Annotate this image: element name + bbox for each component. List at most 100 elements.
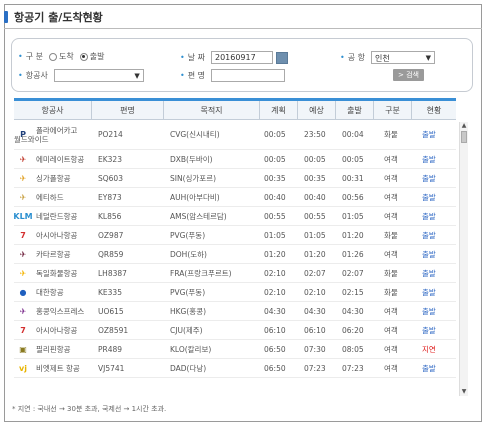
bullet-icon: • (180, 71, 185, 80)
destination: FRA(프랑크푸르트) (170, 268, 232, 278)
airport-field: • 공 항 인천 ▼ (340, 51, 435, 64)
table-row: ✈ 독일화물항공 LH8387 FRA(프랑크푸르트) 02:10 02:07 02:07 화… (14, 264, 456, 283)
table-row: vj 비엣제트 항공 VJ5741 DAD(다낭) 06:50 07:23 07:23 여객 출… (14, 359, 456, 378)
flight-type: 여객 (384, 192, 398, 202)
planned-time: 06:50 (264, 344, 286, 354)
airline-name: 폴라에어카고 월드와이드 (14, 122, 92, 151)
estimated-time: 02:07 (304, 268, 326, 278)
airport-select[interactable]: 인천 ▼ (370, 51, 435, 64)
flight-type: 여객 (384, 306, 398, 316)
table-row: 7 아시아나항공 OZ987 PVG(푸동) 01:05 01:05 01:20 화물 출발 (14, 226, 456, 245)
departed-time: 02:07 (342, 268, 364, 278)
calendar-icon[interactable] (275, 51, 288, 64)
planned-time: 01:05 (264, 230, 286, 240)
flight-number: SQ603 (98, 173, 123, 183)
flight-label: 편 명 (187, 71, 205, 80)
flight-number: UO615 (98, 306, 124, 316)
flight-type: 여객 (384, 325, 398, 335)
table-scrollbar[interactable]: ▲ ▼ (459, 122, 468, 396)
airline-name: 아시아나항공 (36, 325, 78, 335)
estimated-time: 02:10 (304, 287, 326, 297)
estimated-time: 07:30 (304, 344, 326, 354)
airline-name: 싱가폴항공 (36, 173, 71, 183)
flight-type: 화물 (384, 130, 398, 139)
dropdown-arrow-icon: ▼ (425, 54, 431, 62)
destination: CVG(신시내티) (170, 130, 220, 139)
departed-time: 06:20 (342, 325, 364, 335)
destination: KLO(칼리보) (170, 344, 212, 354)
table-row: ✈ 에티하드 EY873 AUH(아부다비) 00:40 00:40 00:56 여객 출발 (14, 188, 456, 207)
date-label: 날 짜 (187, 53, 205, 62)
estimated-time: 00:05 (304, 154, 326, 164)
flight-input[interactable] (210, 69, 285, 82)
table-row: ✈ 싱가폴항공 SQ603 SIN(싱가포르) 00:35 00:35 00:31 여객 출발 (14, 169, 456, 188)
airline-logo-icon: 7 (20, 325, 26, 335)
flight-status: 출발 (422, 230, 436, 240)
departed-time: 00:31 (342, 173, 364, 183)
table-header: 항공사 편명 목적지 계획 예상 출발 구분 현황 (14, 98, 456, 120)
table-row: ✈ 카타르항공 QR859 DOH(도하) 01:20 01:20 01:26 여객 출발 (14, 245, 456, 264)
planned-time: 02:10 (264, 287, 286, 297)
flight-number: KL856 (98, 211, 122, 221)
planned-time: 06:50 (264, 363, 286, 373)
flight-type: 화물 (384, 230, 398, 240)
flight-status: 출발 (422, 363, 436, 373)
departed-time: 04:30 (342, 306, 364, 316)
scroll-up-icon[interactable]: ▲ (460, 122, 468, 130)
search-button-wrap: > 검색 (393, 69, 424, 81)
scroll-down-icon[interactable]: ▼ (460, 388, 468, 396)
airline-logo-icon: KLM (14, 211, 33, 221)
title-divider (4, 28, 482, 29)
airline-name-line2: 월드와이드 (14, 135, 49, 144)
departed-time: 00:05 (342, 154, 364, 164)
header-destination: 목적지 (164, 101, 260, 120)
flight-table: 항공사 편명 목적지 계획 예상 출발 구분 현황 P 폴라에어카고 월드와이드 PO… (14, 98, 469, 396)
flight-field: • 편 명 (180, 69, 285, 82)
airline-logo-icon: vj (19, 363, 27, 373)
planned-time: 00:05 (264, 154, 286, 164)
estimated-time: 00:35 (304, 173, 326, 183)
estimated-time: 01:20 (304, 249, 326, 259)
date-input[interactable]: 20160917 (210, 51, 273, 64)
scroll-thumb[interactable] (461, 131, 467, 143)
airline-logo-icon: ▣ (19, 344, 27, 354)
radio-depart-label[interactable]: 출발 (90, 51, 105, 62)
search-button[interactable]: > 검색 (393, 69, 424, 81)
airline-logo-icon: ✈ (19, 306, 27, 316)
radio-depart[interactable] (79, 52, 88, 61)
departed-time: 01:05 (342, 211, 364, 221)
flight-number: EY873 (98, 192, 122, 202)
destination: DOH(도하) (170, 249, 207, 259)
title-marker-icon (4, 11, 8, 23)
planned-time: 00:35 (264, 173, 286, 183)
table-row: KLM 네덜란드항공 KL856 AMS(암스테르담) 00:55 00:55 01:05 여… (14, 207, 456, 226)
flight-number: PR489 (98, 344, 123, 354)
flight-status: 출발 (422, 192, 436, 202)
radio-arrive-label[interactable]: 도착 (59, 51, 74, 62)
airline-logo-icon: ✈ (19, 268, 27, 278)
flight-type: 화물 (384, 268, 398, 278)
table-row: P 폴라에어카고 월드와이드 PO214 CVG(신시내티) 00:05 23:50 00:0… (14, 120, 456, 150)
header-departed: 출발 (336, 101, 374, 120)
flight-type: 여객 (384, 154, 398, 164)
departed-time: 00:56 (342, 192, 364, 202)
type-label: 구 분 (25, 52, 43, 61)
header-plan: 계획 (260, 101, 298, 120)
airline-logo-icon: ✈ (19, 249, 27, 259)
radio-arrive[interactable] (48, 52, 57, 61)
airline-name: 비엣제트 항공 (36, 363, 80, 373)
departed-time: 07:23 (342, 363, 364, 373)
dropdown-arrow-icon: ▼ (134, 72, 140, 80)
airline-logo-icon: ✈ (19, 192, 27, 202)
flight-type: 여객 (384, 363, 398, 373)
header-flight: 편명 (92, 101, 164, 120)
estimated-time: 06:10 (304, 325, 326, 335)
airport-label: 공 항 (347, 53, 365, 62)
airline-name: 카타르항공 (36, 249, 71, 259)
page-title: 항공기 출/도착현황 (14, 11, 103, 24)
airline-select[interactable]: ▼ (53, 69, 144, 82)
airline-logo-icon: ✈ (19, 173, 27, 183)
flight-number: LH8387 (98, 268, 127, 278)
destination: AUH(아부다비) (170, 192, 220, 202)
flight-number: OZ8591 (98, 325, 129, 335)
